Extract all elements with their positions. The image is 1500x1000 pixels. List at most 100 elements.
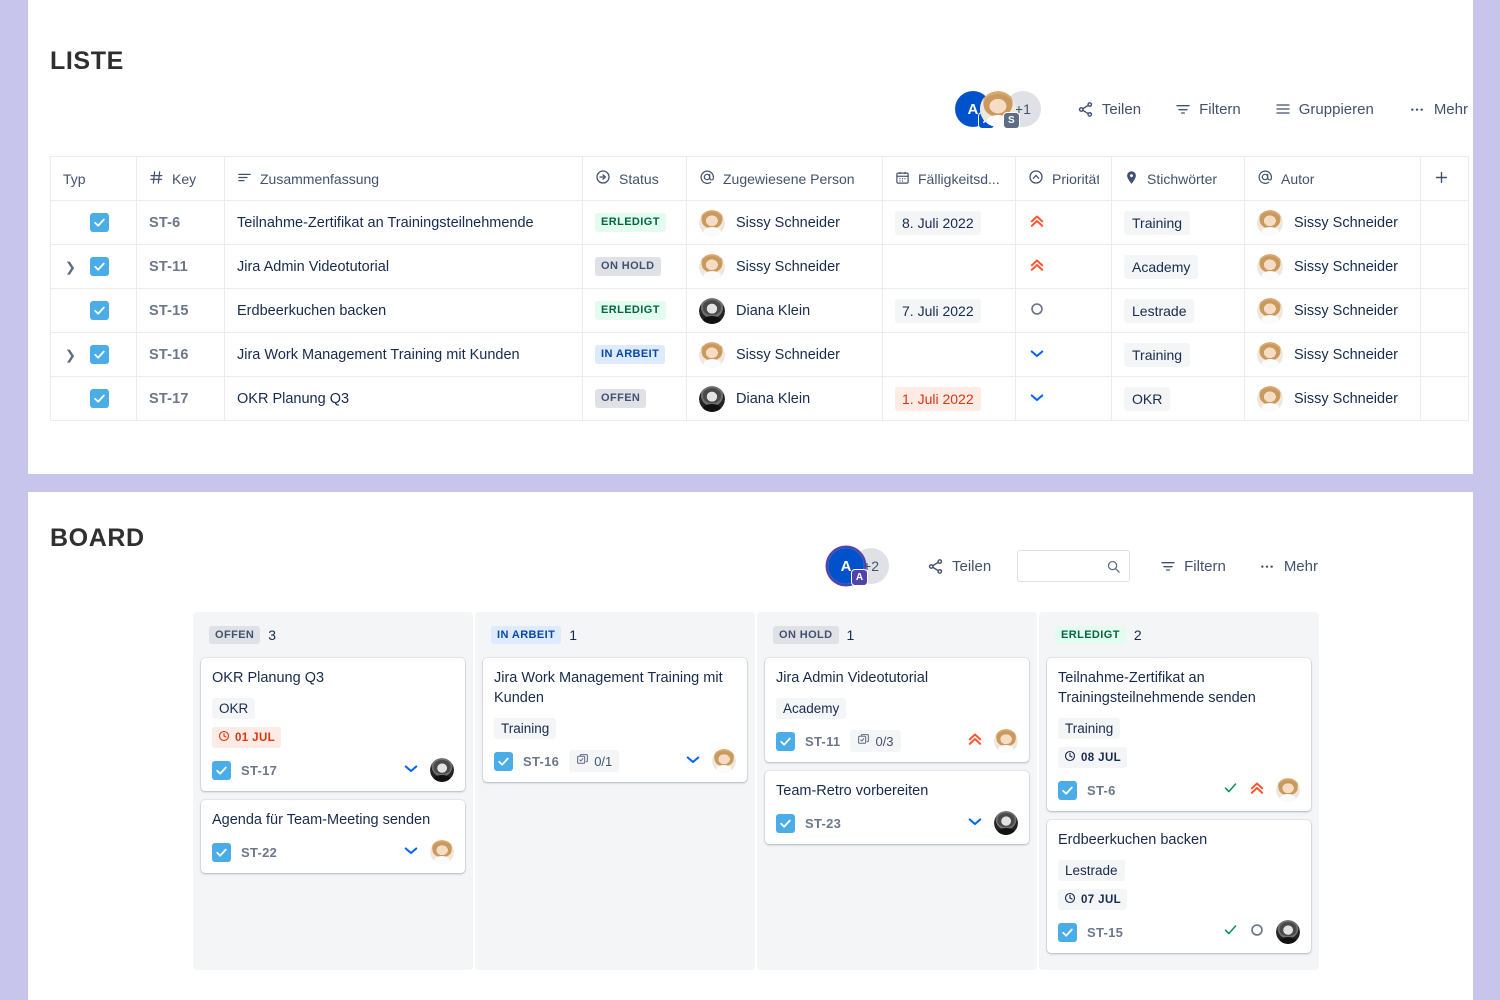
column-header-typ[interactable]: Typ [50, 156, 137, 201]
cell-due-date[interactable]: 8. Juli 2022 [882, 200, 1016, 245]
cell-due-date[interactable] [882, 244, 1016, 289]
expand-row-icon[interactable]: ❯ [65, 260, 76, 273]
column-header-key[interactable]: Key [136, 156, 225, 201]
board-card[interactable]: Agenda für Team-Meeting senden ST-22 [201, 800, 465, 873]
cell-key[interactable]: ST-11 [136, 244, 225, 289]
cell-priority[interactable] [1015, 332, 1112, 377]
board-card[interactable]: Team-Retro vorbereiten ST-23 [765, 771, 1029, 844]
cell-due-date[interactable] [882, 332, 1016, 377]
board-search[interactable] [1017, 550, 1131, 582]
filter-button[interactable]: Filtern [1165, 95, 1251, 124]
author: Sissy Schneider [1257, 341, 1408, 368]
card-issue-key[interactable]: ST-16 [523, 754, 559, 769]
table-row[interactable]: ❯ ST-16 Jira Work Management Training mit … [50, 332, 1469, 377]
cell-status[interactable]: OFFEN [582, 376, 687, 421]
card-issue-key[interactable]: ST-11 [805, 734, 840, 749]
cell-key[interactable]: ST-17 [136, 376, 225, 421]
cell-key[interactable]: ST-16 [136, 332, 225, 377]
cell-status[interactable]: ERLEDIGT [582, 288, 687, 333]
column-header-summary[interactable]: Zusammenfassung [224, 156, 583, 201]
issue-key-link[interactable]: ST-15 [149, 303, 189, 319]
issue-key-link[interactable]: ST-17 [149, 391, 189, 407]
cell-author[interactable]: Sissy Schneider [1244, 288, 1421, 333]
cell-summary[interactable]: Teilnahme-Zertifikat an Trainingsteilneh… [224, 200, 583, 245]
card-issue-key[interactable]: ST-23 [805, 816, 841, 831]
cell-status[interactable]: IN ARBEIT [582, 332, 687, 377]
cell-type[interactable]: ❯ [50, 332, 137, 377]
card-issue-key[interactable]: ST-22 [241, 845, 277, 860]
cell-key[interactable]: ST-6 [136, 200, 225, 245]
issue-key-link[interactable]: ST-6 [149, 215, 180, 231]
board-card[interactable]: Jira Admin Videotutorial Academy ST-11 0/3 [765, 658, 1029, 762]
cell-priority[interactable] [1015, 200, 1112, 245]
cell-status[interactable]: ERLEDIGT [582, 200, 687, 245]
board-column-header[interactable]: IN ARBEIT 1 [483, 612, 747, 658]
table-row[interactable]: ST-17 OKR Planung Q3 OFFEN Diana Klein 1. Ju… [50, 376, 1469, 421]
board-avatar-group[interactable]: A A +2 [828, 548, 889, 586]
cell-priority[interactable] [1015, 288, 1112, 333]
cell-due-date[interactable]: 1. Juli 2022 [882, 376, 1016, 421]
cell-summary[interactable]: Jira Admin Videotutorial [224, 244, 583, 289]
cell-assignee[interactable]: Sissy Schneider [686, 244, 883, 289]
cell-author[interactable]: Sissy Schneider [1244, 200, 1421, 245]
avatar-sissy[interactable]: S [979, 91, 1020, 129]
cell-type[interactable] [50, 376, 137, 421]
share-button[interactable]: Teilen [917, 552, 1001, 581]
more-button[interactable]: Mehr [1248, 552, 1328, 581]
cell-type[interactable] [50, 200, 137, 245]
issue-key-link[interactable]: ST-11 [149, 259, 188, 275]
add-column-button[interactable] [1420, 156, 1469, 201]
card-issue-key[interactable]: ST-17 [241, 763, 277, 778]
cell-labels[interactable]: OKR [1111, 376, 1245, 421]
board-column-header[interactable]: ON HOLD 1 [765, 612, 1029, 658]
expand-row-icon[interactable]: ❯ [65, 348, 76, 361]
column-header-due[interactable]: Fälligkeitsd... [882, 156, 1016, 201]
cell-labels[interactable]: Academy [1111, 244, 1245, 289]
done-check-icon [1223, 780, 1238, 800]
cell-key[interactable]: ST-15 [136, 288, 225, 333]
cell-labels[interactable]: Training [1111, 332, 1245, 377]
cell-author[interactable]: Sissy Schneider [1244, 332, 1421, 377]
issue-key-link[interactable]: ST-16 [149, 347, 189, 363]
column-header-assignee[interactable]: Zugewiesene Person [686, 156, 883, 201]
board-card[interactable]: Jira Work Management Training mit Kunden… [483, 658, 747, 782]
column-header-status[interactable]: Status [582, 156, 687, 201]
list-avatar-group[interactable]: A A S +1 [954, 91, 1041, 129]
cell-priority[interactable] [1015, 244, 1112, 289]
list-panel: LISTE A A S +1 [28, 0, 1473, 474]
board-card[interactable]: Erdbeerkuchen backen Lestrade 07 JUL ST-15 [1047, 820, 1311, 953]
card-issue-key[interactable]: ST-15 [1087, 925, 1123, 940]
share-button[interactable]: Teilen [1067, 95, 1151, 124]
cell-summary[interactable]: OKR Planung Q3 [224, 376, 583, 421]
card-issue-key[interactable]: ST-6 [1087, 783, 1116, 798]
column-header-author[interactable]: Autor [1244, 156, 1421, 201]
table-row[interactable]: ST-15 Erdbeerkuchen backen ERLEDIGT Diana K… [50, 288, 1469, 333]
cell-summary[interactable]: Erdbeerkuchen backen [224, 288, 583, 333]
cell-type[interactable]: ❯ [50, 244, 137, 289]
column-header-priority[interactable]: Priorität [1015, 156, 1112, 201]
cell-labels[interactable]: Lestrade [1111, 288, 1245, 333]
board-column-header[interactable]: OFFEN 3 [201, 612, 465, 658]
table-row[interactable]: ST-6 Teilnahme-Zertifikat an Trainingstei… [50, 200, 1469, 245]
cell-author[interactable]: Sissy Schneider [1244, 244, 1421, 289]
cell-type[interactable] [50, 288, 137, 333]
board-column-header[interactable]: ERLEDIGT 2 [1047, 612, 1311, 658]
cell-assignee[interactable]: Diana Klein [686, 288, 883, 333]
column-header-labels[interactable]: Stichwörter [1111, 156, 1245, 201]
avatar-admin[interactable]: A A [828, 548, 868, 586]
filter-button[interactable]: Filtern [1150, 552, 1236, 581]
cell-labels[interactable]: Training [1111, 200, 1245, 245]
cell-assignee[interactable]: Sissy Schneider [686, 332, 883, 377]
table-row[interactable]: ❯ ST-11 Jira Admin Videotutorial ON HOLD Sis… [50, 244, 1469, 289]
cell-assignee[interactable]: Sissy Schneider [686, 200, 883, 245]
board-card[interactable]: OKR Planung Q3 OKR 01 JUL ST-17 [201, 658, 465, 791]
cell-assignee[interactable]: Diana Klein [686, 376, 883, 421]
more-button[interactable]: Mehr [1398, 95, 1478, 124]
cell-author[interactable]: Sissy Schneider [1244, 376, 1421, 421]
cell-priority[interactable] [1015, 376, 1112, 421]
group-button[interactable]: Gruppieren [1265, 95, 1384, 124]
cell-status[interactable]: ON HOLD [582, 244, 687, 289]
cell-due-date[interactable]: 7. Juli 2022 [882, 288, 1016, 333]
board-card[interactable]: Teilnahme-Zertifikat an Trainingsteilneh… [1047, 658, 1311, 811]
cell-summary[interactable]: Jira Work Management Training mit Kunden [224, 332, 583, 377]
